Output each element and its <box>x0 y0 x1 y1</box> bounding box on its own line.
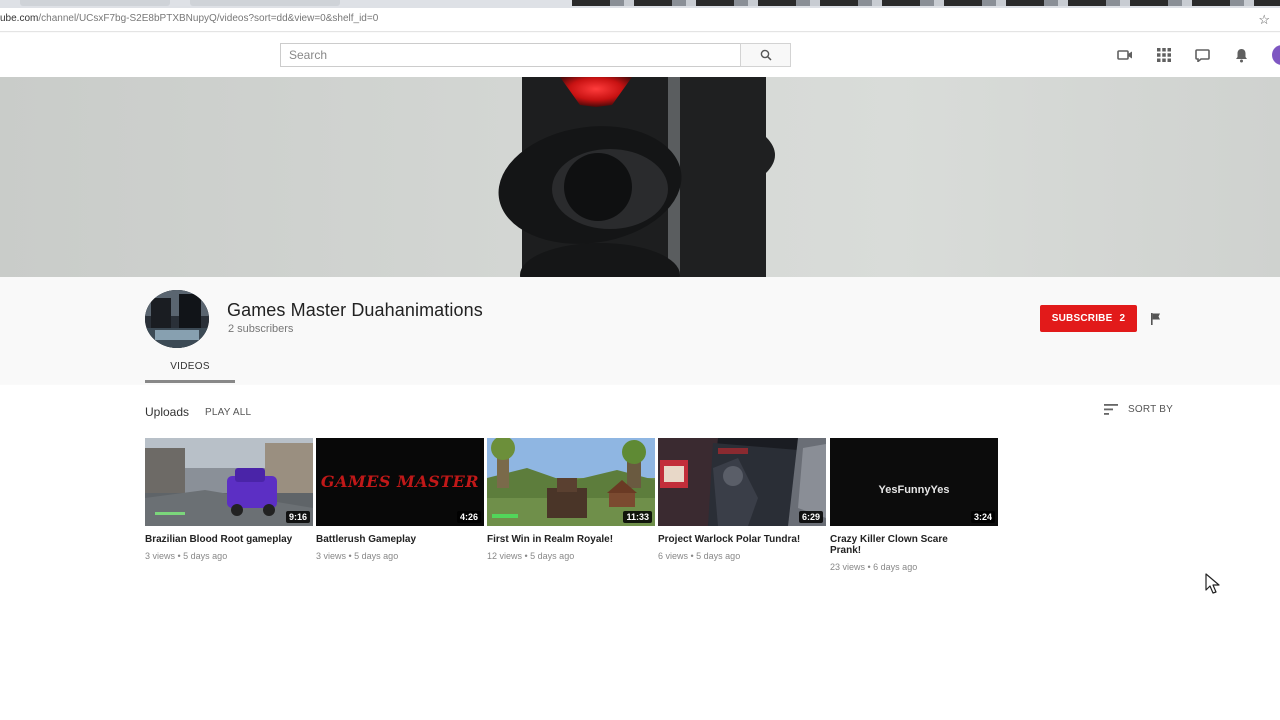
tab-thumbnails <box>572 0 1280 6</box>
uploads-section: Uploads PLAY ALL SORT BY 9:16 Brazilian <box>0 385 1280 720</box>
sort-by-button[interactable]: SORT BY <box>1104 404 1173 415</box>
video-thumbnail[interactable]: 6:29 <box>658 438 826 526</box>
video-thumbnail[interactable]: 11:33 <box>487 438 655 526</box>
video-card[interactable]: 9:16 Brazilian Blood Root gameplay 3 vie… <box>145 438 313 561</box>
address-bar[interactable]: ube.com/channel/UCsxF7bg-S2E8bPTXBNupyQ/… <box>0 8 1280 32</box>
url-text[interactable]: ube.com/channel/UCsxF7bg-S2E8bPTXBNupyQ/… <box>0 13 378 24</box>
tab-videos[interactable]: VIDEOS <box>145 355 235 383</box>
uploads-heading[interactable]: Uploads <box>145 405 189 419</box>
channel-header: Games Master Duahanimations 2 subscriber… <box>0 277 1280 384</box>
video-duration: 4:26 <box>456 511 481 523</box>
video-meta: 3 views • 5 days ago <box>316 551 399 561</box>
video-meta: 3 views • 5 days ago <box>145 551 228 561</box>
subscriber-count: 2 subscribers <box>228 323 294 335</box>
browser-tab-strip <box>0 0 1280 8</box>
video-card[interactable]: YesFunnyYes 3:24 Crazy Killer Clown Scar… <box>830 438 998 572</box>
subscribe-label: SUBSCRIBE <box>1051 313 1113 324</box>
video-title[interactable]: Brazilian Blood Root gameplay <box>145 534 295 545</box>
messages-icon[interactable] <box>1194 47 1210 63</box>
thumbnail-logo-text: YesFunnyYes <box>878 484 950 496</box>
sort-icon <box>1104 404 1118 415</box>
url-host: ube.com <box>0 13 39 24</box>
video-meta: 23 views • 6 days ago <box>830 562 918 572</box>
mouse-cursor-icon <box>1205 573 1221 600</box>
video-duration: 9:16 <box>285 511 310 523</box>
search-box <box>280 43 740 67</box>
video-title[interactable]: Crazy Killer Clown Scare Prank! <box>830 534 980 556</box>
search-icon <box>760 49 772 61</box>
video-card[interactable]: 11:33 First Win in Realm Royale! 12 view… <box>487 438 655 561</box>
browser-tab[interactable] <box>20 0 170 6</box>
video-meta: 6 views • 5 days ago <box>658 551 741 561</box>
channel-avatar[interactable] <box>145 290 209 348</box>
subscribe-button[interactable]: SUBSCRIBE 2 <box>1040 305 1137 332</box>
video-title[interactable]: First Win in Realm Royale! <box>487 534 637 545</box>
sort-by-label: SORT BY <box>1128 404 1173 415</box>
video-thumbnail[interactable]: YesFunnyYes 3:24 <box>830 438 998 526</box>
play-all-button[interactable]: PLAY ALL <box>205 407 251 418</box>
video-thumbnail[interactable]: 9:16 <box>145 438 313 526</box>
account-avatar[interactable] <box>1272 45 1280 65</box>
video-duration: 3:24 <box>970 511 995 523</box>
youtube-masthead <box>0 33 1280 77</box>
flag-icon[interactable] <box>1150 312 1162 331</box>
url-path: /channel/UCsxF7bg-S2E8bPTXBNupyQ/videos?… <box>38 13 379 24</box>
video-card[interactable]: 6:29 Project Warlock Polar Tundra! 6 vie… <box>658 438 826 561</box>
search-button[interactable] <box>740 43 791 67</box>
browser-tab[interactable] <box>190 0 340 6</box>
video-duration: 6:29 <box>798 511 823 523</box>
video-camera-icon[interactable] <box>1117 47 1133 63</box>
search-input[interactable] <box>281 44 740 66</box>
channel-banner <box>0 77 1280 277</box>
video-title[interactable]: Battlerush Gameplay <box>316 534 466 545</box>
tab-active-indicator <box>145 380 235 383</box>
apps-grid-icon[interactable] <box>1156 47 1172 63</box>
video-title[interactable]: Project Warlock Polar Tundra! <box>658 534 808 545</box>
thumbnail-logo-text: GAMES MASTER <box>320 472 480 491</box>
bookmark-star-icon[interactable]: ☆ <box>1258 12 1270 28</box>
video-thumbnail[interactable]: GAMES MASTER 4:26 <box>316 438 484 526</box>
subscribe-count: 2 <box>1119 313 1126 324</box>
traffic-light-banner-art <box>498 77 775 277</box>
bell-icon[interactable] <box>1233 47 1249 63</box>
video-duration: 11:33 <box>623 511 652 523</box>
channel-name: Games Master Duahanimations <box>227 300 483 320</box>
video-card[interactable]: GAMES MASTER 4:26 Battlerush Gameplay 3 … <box>316 438 484 561</box>
video-meta: 12 views • 5 days ago <box>487 551 575 561</box>
